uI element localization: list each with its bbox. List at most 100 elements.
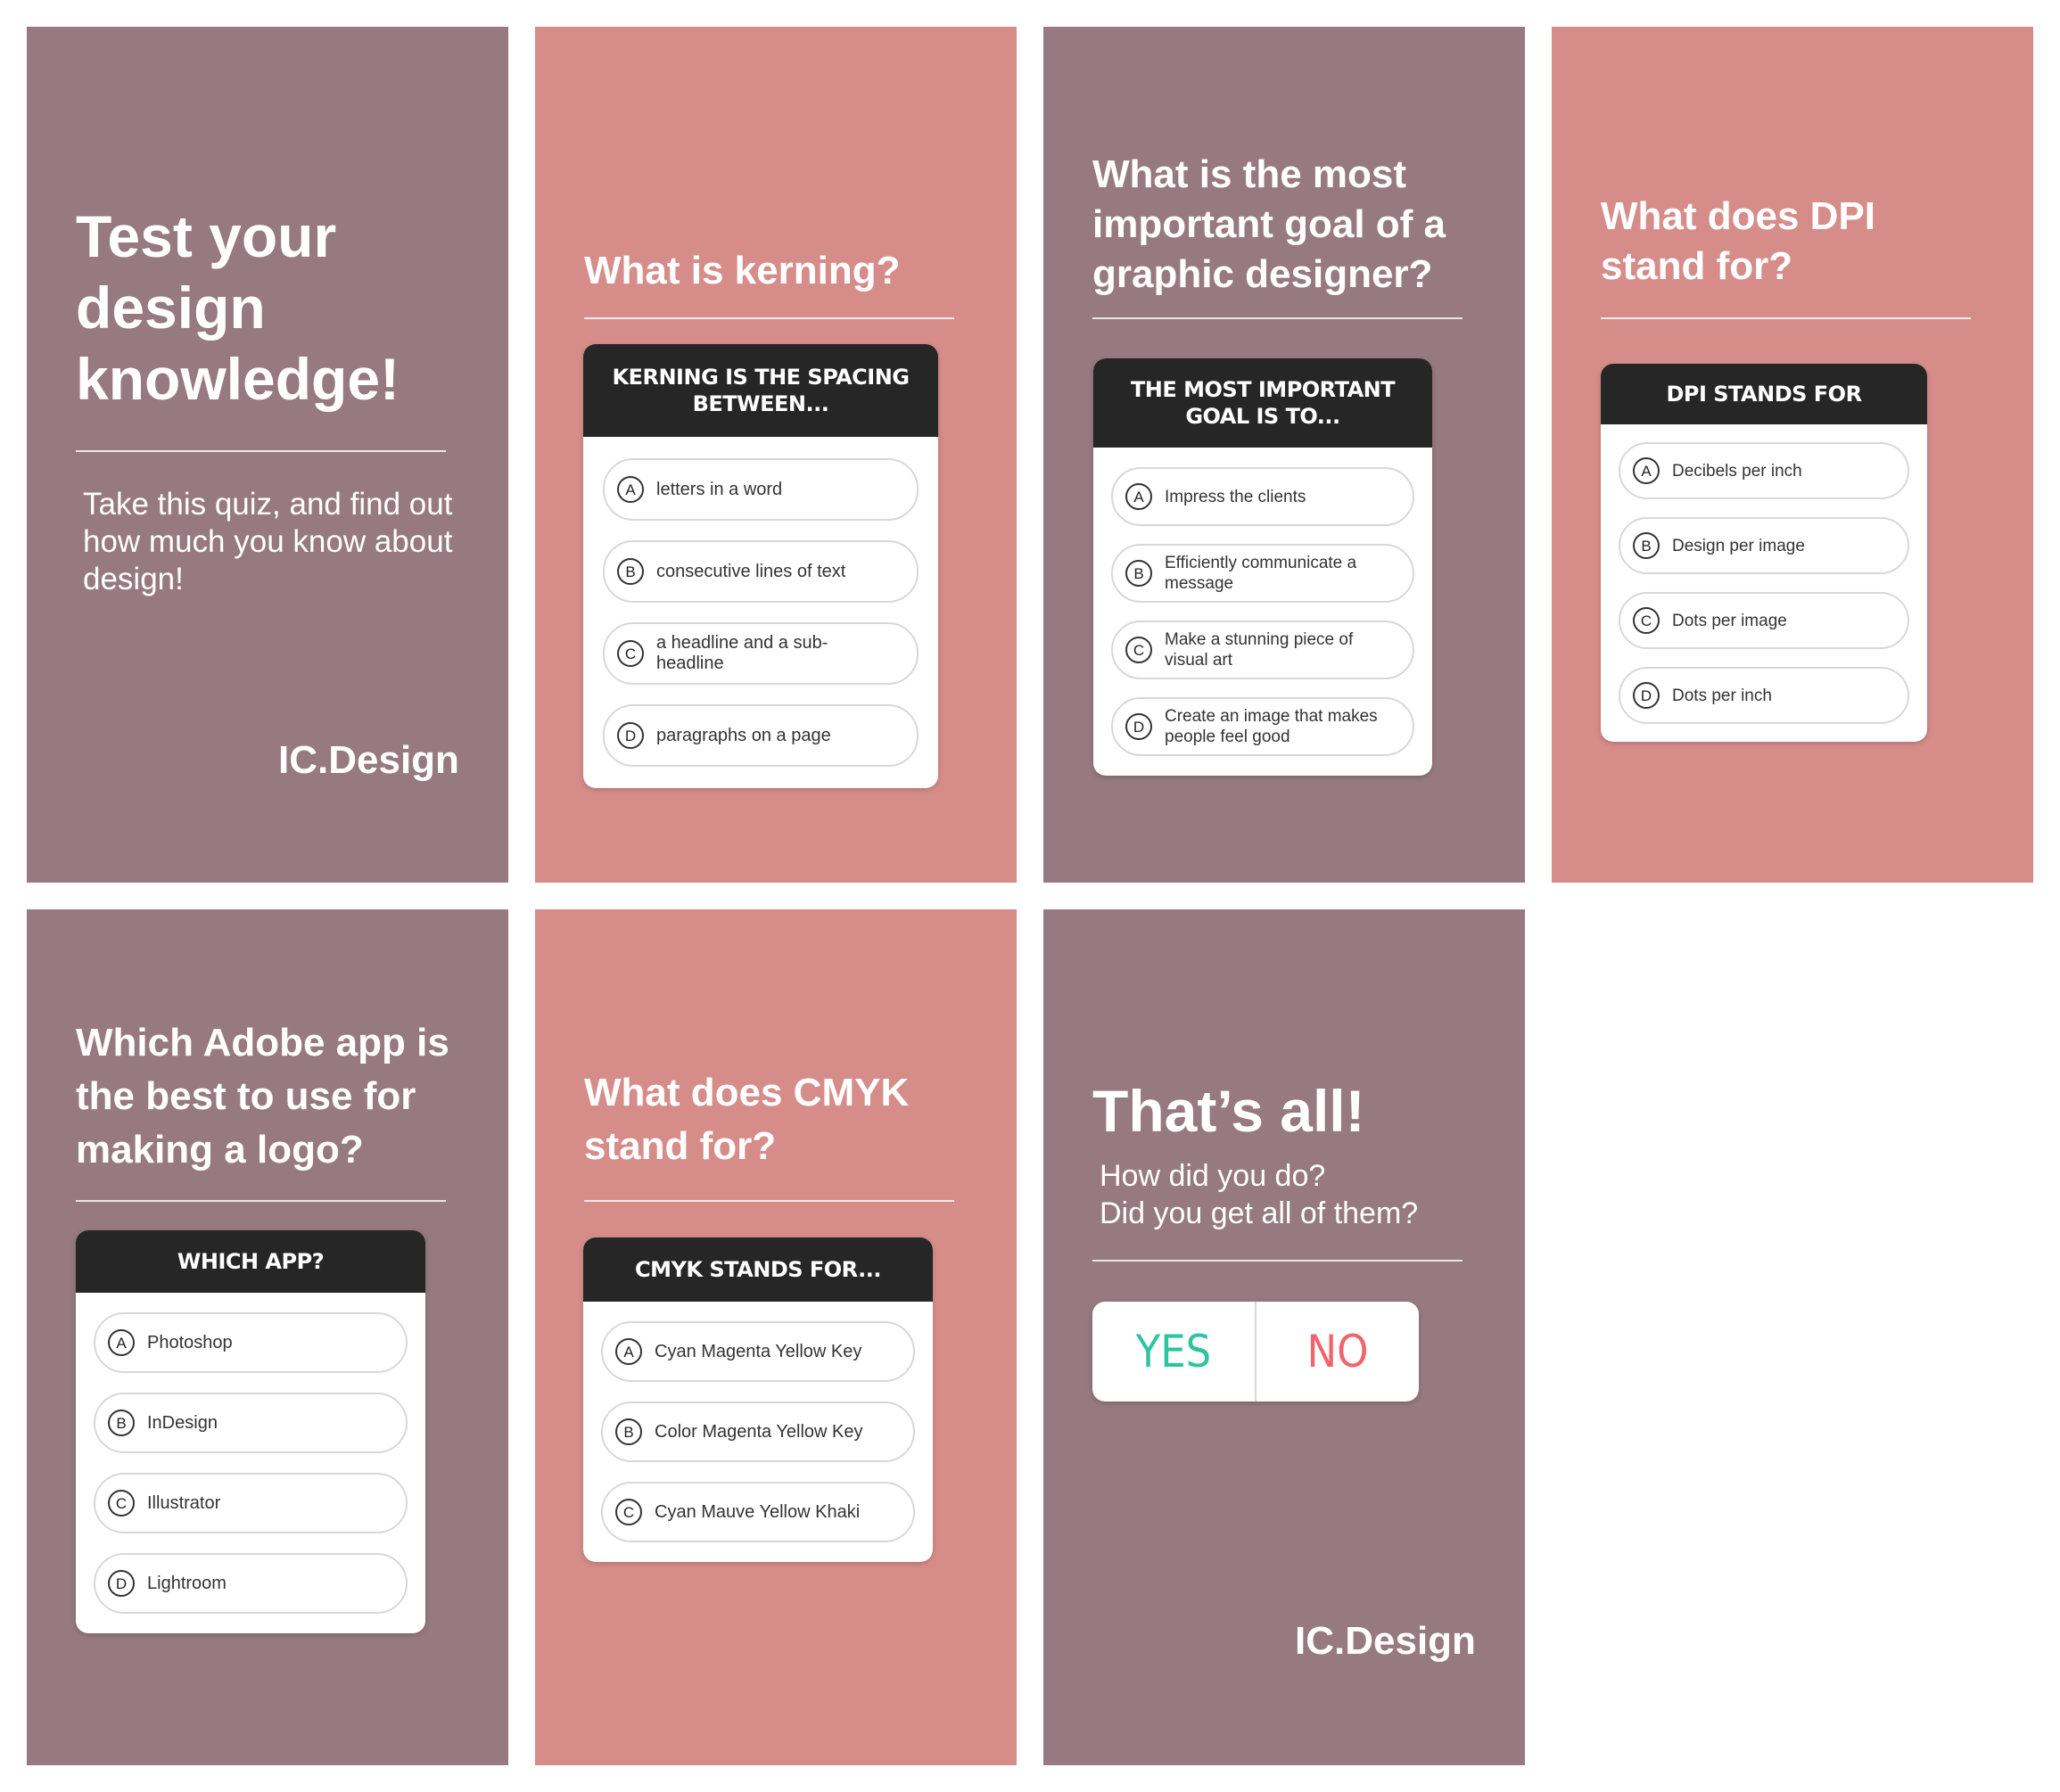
option-label: letters in a word	[656, 479, 783, 499]
brand-logo: IC.Design	[278, 738, 459, 782]
quiz-option-a[interactable]: A Impress the clients	[1111, 467, 1414, 526]
question-divider	[584, 317, 954, 319]
option-letter-badge: B	[615, 1418, 642, 1445]
story-kerning-panel: What is kerning? Kerning is the spacing …	[535, 27, 1017, 883]
quiz-option-d[interactable]: D Dots per inch	[1619, 667, 1909, 724]
question-divider	[76, 1200, 446, 1202]
quiz-card-header: The most important goal is to...	[1093, 358, 1432, 448]
intro-title: Test your design knowledge!	[76, 203, 400, 412]
option-letter-badge: A	[108, 1329, 135, 1356]
story-cmyk-panel: What does CMYK stand for? CMYK stands fo…	[535, 909, 1017, 1765]
quiz-card: DPI stands for A Decibels per inch B Des…	[1601, 364, 1927, 742]
quiz-option-c[interactable]: C a headline and a sub-headline	[603, 622, 919, 685]
option-letter-badge: A	[617, 476, 644, 503]
quiz-option-b[interactable]: B Efficiently communicate a message	[1111, 544, 1414, 603]
question-title: What is the most important goal of a gra…	[1092, 152, 1446, 296]
story-intro-panel: Test your design knowledge! Take this qu…	[27, 27, 508, 883]
quiz-option-c[interactable]: C Cyan Mauve Yellow Khaki	[601, 1482, 915, 1542]
quiz-card-header: Which app?	[76, 1230, 425, 1293]
yes-button[interactable]: YES	[1092, 1302, 1255, 1402]
option-letter-badge: B	[108, 1410, 135, 1436]
outro-title: That’s all!	[1092, 1078, 1365, 1144]
option-letter-badge: C	[617, 640, 644, 667]
option-label: Illustrator	[147, 1492, 221, 1513]
option-letter-badge: D	[1633, 682, 1660, 709]
quiz-options: A letters in a word B consecutive lines …	[583, 437, 938, 788]
yes-no-poll: YES NO	[1092, 1302, 1419, 1402]
question-title: What is kerning?	[584, 249, 901, 292]
option-label: Cyan Magenta Yellow Key	[655, 1341, 862, 1361]
option-letter-badge: C	[1125, 637, 1152, 663]
quiz-options: A Impress the clients B Efficiently comm…	[1093, 448, 1432, 776]
option-label: Impress the clients	[1165, 487, 1306, 506]
quiz-options: A Cyan Magenta Yellow Key B Color Magent…	[583, 1302, 933, 1562]
option-letter-badge: B	[1633, 532, 1660, 559]
option-letter-badge: A	[1633, 457, 1660, 484]
quiz-option-a[interactable]: A Decibels per inch	[1619, 442, 1909, 499]
quiz-card: Which app? A Photoshop B InDesign C Illu…	[76, 1230, 425, 1633]
option-letter-badge: A	[1125, 483, 1152, 510]
story-outro-panel: That’s all! How did you do? Did you get …	[1043, 909, 1525, 1765]
option-letter-badge: D	[108, 1570, 135, 1597]
option-label: Cyan Mauve Yellow Khaki	[655, 1501, 861, 1522]
outro-divider	[1092, 1260, 1463, 1262]
option-label: Create an image that makes people feel g…	[1165, 707, 1378, 746]
quiz-option-b[interactable]: B Design per image	[1619, 517, 1909, 574]
quiz-options: A Photoshop B InDesign C Illustrator D L…	[76, 1293, 425, 1633]
question-divider	[1092, 317, 1463, 319]
quiz-card: Kerning is the spacing between... A lett…	[583, 344, 938, 788]
option-letter-badge: A	[615, 1338, 642, 1365]
question-divider	[584, 1200, 954, 1202]
quiz-options: A Decibels per inch B Design per image C…	[1601, 424, 1927, 742]
option-label: Decibels per inch	[1672, 461, 1802, 481]
option-label: Design per image	[1672, 536, 1805, 555]
option-label: paragraphs on a page	[656, 725, 831, 745]
outro-subtitle-line-1: How did you do?	[1100, 1159, 1326, 1193]
intro-divider	[76, 450, 446, 452]
quiz-option-b[interactable]: B consecutive lines of text	[603, 540, 919, 603]
option-letter-badge: D	[617, 722, 644, 749]
story-adobe-panel: Which Adobe app is the best to use for m…	[27, 909, 508, 1765]
question-title: What does DPI stand for?	[1601, 194, 1876, 288]
quiz-option-a[interactable]: A Photoshop	[94, 1312, 408, 1373]
story-goal-panel: What is the most important goal of a gra…	[1043, 27, 1525, 883]
quiz-card-header: DPI stands for	[1601, 364, 1927, 424]
option-label: Dots per image	[1672, 611, 1787, 630]
option-letter-badge: C	[108, 1490, 135, 1517]
intro-subtitle: Take this quiz, and find out how much yo…	[83, 487, 453, 596]
quiz-option-b[interactable]: B Color Magenta Yellow Key	[601, 1402, 915, 1462]
question-title: What does CMYK stand for?	[584, 1071, 910, 1168]
option-label: Lightroom	[147, 1573, 227, 1593]
option-label: Color Magenta Yellow Key	[655, 1421, 863, 1442]
question-divider	[1601, 317, 1971, 319]
option-label: Make a stunning piece of visual art	[1165, 630, 1354, 670]
no-button[interactable]: NO	[1257, 1302, 1419, 1402]
option-letter-badge: B	[1125, 560, 1152, 587]
brand-logo: IC.Design	[1295, 1619, 1476, 1663]
quiz-option-a[interactable]: A letters in a word	[603, 458, 919, 521]
quiz-option-d[interactable]: D Lightroom	[94, 1553, 408, 1614]
option-letter-badge: B	[617, 558, 644, 585]
quiz-option-a[interactable]: A Cyan Magenta Yellow Key	[601, 1321, 915, 1382]
option-letter-badge: D	[1125, 713, 1152, 740]
quiz-option-b[interactable]: B InDesign	[94, 1393, 408, 1453]
option-letter-badge: C	[615, 1499, 642, 1525]
question-title: Which Adobe app is the best to use for m…	[76, 1021, 449, 1171]
option-label: Efficiently communicate a message	[1165, 554, 1357, 593]
option-label: consecutive lines of text	[656, 561, 846, 581]
option-letter-badge: C	[1633, 607, 1660, 634]
quiz-option-c[interactable]: C Illustrator	[94, 1473, 408, 1533]
quiz-option-d[interactable]: D Create an image that makes people feel…	[1111, 697, 1414, 756]
outro-subtitle-line-2: Did you get all of them?	[1100, 1196, 1419, 1230]
quiz-option-c[interactable]: C Make a stunning piece of visual art	[1111, 621, 1414, 679]
story-dpi-panel: What does DPI stand for? DPI stands for …	[1552, 27, 2033, 883]
option-label: Dots per inch	[1672, 686, 1772, 705]
option-label: InDesign	[147, 1412, 218, 1433]
option-label: Photoshop	[147, 1332, 233, 1352]
quiz-card: The most important goal is to... A Impre…	[1093, 358, 1432, 776]
quiz-card: CMYK stands for... A Cyan Magenta Yellow…	[583, 1237, 933, 1562]
quiz-option-d[interactable]: D paragraphs on a page	[603, 704, 919, 767]
quiz-option-c[interactable]: C Dots per image	[1619, 592, 1909, 649]
quiz-card-header: CMYK stands for...	[583, 1237, 933, 1302]
quiz-card-header: Kerning is the spacing between...	[583, 344, 938, 437]
